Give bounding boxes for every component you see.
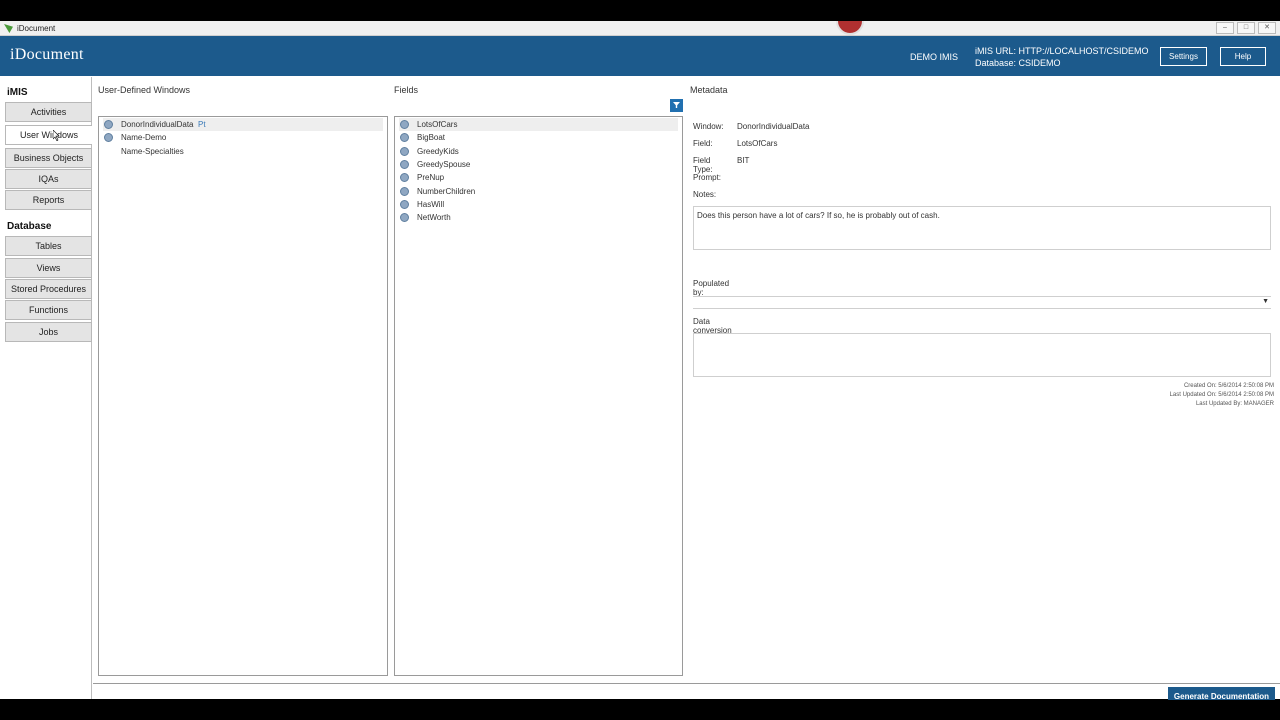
list-item[interactable]: BigBoat <box>399 131 678 144</box>
last-updated-by-text: Last Updated By: MANAGER <box>1195 401 1274 407</box>
minimize-button[interactable]: – <box>1216 22 1234 34</box>
list-item[interactable]: GreedyKids <box>399 145 678 158</box>
sidebar-item-reports[interactable]: Reports <box>5 190 92 210</box>
sidebar-item-iqas[interactable]: IQAs <box>5 169 92 189</box>
list-item[interactable]: Name-Specialties <box>103 145 383 158</box>
sidebar-item-views[interactable]: Views <box>5 258 92 278</box>
sidebar-item-activities[interactable]: Activities <box>5 102 92 122</box>
info-icon <box>104 133 113 142</box>
title-bar: iDocument – □ ✕ <box>0 21 1280 36</box>
list-item[interactable]: LotsOfCars <box>399 118 678 131</box>
fields-list[interactable]: LotsOfCars BigBoat GreedyKids GreedySpou… <box>394 116 683 676</box>
filter-icon[interactable] <box>670 99 683 112</box>
sidebar: iMIS Activities User Windows Business Ob… <box>0 77 92 699</box>
sidebar-item-user-windows[interactable]: User Windows <box>5 125 92 145</box>
sidebar-section-database: Database <box>7 221 52 232</box>
list-item[interactable]: NetWorth <box>399 211 678 224</box>
list-item[interactable]: GreedySpouse <box>399 158 678 171</box>
list-item[interactable]: NumberChildren <box>399 185 678 198</box>
info-icon <box>400 187 409 196</box>
sidebar-item-business-objects[interactable]: Business Objects <box>5 148 92 168</box>
windows-pane-title: User-Defined Windows <box>98 85 191 95</box>
screen: iDocument – □ ✕ iDocument DEMO IMIS iMIS… <box>0 0 1280 720</box>
settings-button[interactable]: Settings <box>1160 47 1207 66</box>
info-icon <box>400 160 409 169</box>
app-icon <box>4 24 13 33</box>
instance-name: DEMO IMIS <box>910 52 959 62</box>
sidebar-item-jobs[interactable]: Jobs <box>5 322 92 342</box>
list-item[interactable]: DonorIndividualData Pt <box>103 118 383 131</box>
database-name: Database: CSIDEMO <box>975 58 1061 68</box>
info-icon <box>104 120 113 129</box>
list-item[interactable]: PreNup <box>399 171 678 184</box>
windows-list[interactable]: DonorIndividualData Pt Name-Demo Name-Sp… <box>98 116 388 676</box>
meta-field-value: LotsOfCars <box>737 139 778 148</box>
generate-documentation-button[interactable]: Generate Documentation <box>1168 687 1275 700</box>
list-item[interactable]: HasWill <box>399 198 678 211</box>
sidebar-section-imis: iMIS <box>7 87 28 98</box>
info-icon <box>400 213 409 222</box>
conversion-notes-textarea[interactable] <box>693 333 1271 377</box>
help-button[interactable]: Help <box>1220 47 1266 66</box>
window-title: iDocument <box>17 24 56 33</box>
created-on-text: Created On: 5/6/2014 2:50:08 PM <box>1183 383 1274 389</box>
connection-info: iMIS URL: HTTP://LOCALHOST/CSIDEMO Datab… <box>975 45 1149 69</box>
meta-window-value: DonorIndividualData <box>737 122 810 131</box>
sidebar-item-stored-procedures[interactable]: Stored Procedures <box>5 279 92 299</box>
info-icon <box>400 147 409 156</box>
chevron-down-icon: ▼ <box>1262 298 1269 305</box>
info-icon <box>400 133 409 142</box>
app-window: iDocument – □ ✕ iDocument DEMO IMIS iMIS… <box>0 21 1280 699</box>
metadata-pane-title: Metadata <box>690 85 728 95</box>
maximize-button[interactable]: □ <box>1237 22 1255 34</box>
populated-by-select[interactable]: ▼ <box>693 296 1271 309</box>
brand-title: iDocument <box>10 46 84 63</box>
fields-pane-title: Fields <box>394 85 419 95</box>
close-button[interactable]: ✕ <box>1258 22 1276 34</box>
notes-textarea[interactable]: Does this person have a lot of cars? If … <box>693 206 1271 250</box>
app-header: iDocument DEMO IMIS iMIS URL: HTTP://LOC… <box>0 36 1280 76</box>
info-icon <box>400 200 409 209</box>
prompt-icon: Pt <box>198 120 206 129</box>
meta-field-type-value: BIT <box>737 156 750 165</box>
sidebar-item-tables[interactable]: Tables <box>5 236 92 256</box>
list-item[interactable]: Name-Demo <box>103 131 383 144</box>
info-icon <box>400 173 409 182</box>
mouse-cursor-icon <box>53 130 60 141</box>
sidebar-item-functions[interactable]: Functions <box>5 300 92 320</box>
main-content: User-Defined Windows DonorIndividualData… <box>93 77 1280 684</box>
info-icon <box>400 120 409 129</box>
imis-url: iMIS URL: HTTP://LOCALHOST/CSIDEMO <box>975 46 1149 56</box>
last-updated-on-text: Last Updated On: 5/6/2014 2:50:08 PM <box>1169 392 1274 398</box>
